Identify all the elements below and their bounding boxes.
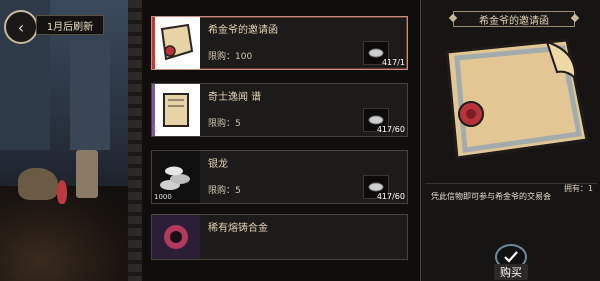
detail-title-text: 希金爷的邀请函 [479, 15, 549, 27]
detail-title: 希金爷的邀请函 [453, 11, 575, 27]
item-qty: 1000 [154, 193, 172, 201]
item-price: 417/60 [376, 125, 405, 134]
refresh-label: 1月后刷新 [46, 21, 94, 33]
item-name: 希金爷的邀请函 [208, 25, 278, 36]
item-qty: 1 [154, 59, 159, 67]
shop-item-card[interactable]: 1 希金爷的邀请函 限购：100 417/1 [151, 16, 408, 70]
dog-figure [18, 168, 58, 200]
hedge [0, 186, 135, 281]
shop-item-card[interactable]: 1 奇士逸闻 谱 限购：5 417/60 [151, 83, 408, 137]
item-thumbnail: 1 [152, 84, 200, 136]
item-qty: 1 [154, 126, 159, 134]
stone-lantern [76, 150, 98, 198]
shop-item-list[interactable]: 1 希金爷的邀请函 限购：100 417/1 1 奇士逸闻 谱 限购：5 417 [142, 0, 418, 281]
panel-divider [128, 0, 143, 281]
checkmark-icon [504, 251, 518, 263]
item-thumbnail: 1 [152, 17, 200, 69]
item-limit: 限购：100 [208, 52, 253, 62]
flame-figure [57, 180, 67, 204]
item-price: 417/60 [376, 192, 405, 201]
alloy-icon [164, 225, 188, 249]
back-button[interactable]: ‹ [4, 10, 38, 44]
item-name: 奇士逸闻 谱 [208, 92, 262, 103]
item-price: 417/1 [381, 58, 405, 67]
back-arrow-icon: ‹ [17, 17, 25, 37]
rarity-edge [152, 84, 200, 136]
buy-label: 购买 [494, 264, 528, 280]
rarity-edge [152, 17, 200, 69]
shop-item-card[interactable]: 稀有熔铸合金 [151, 214, 408, 260]
building-right [70, 40, 110, 150]
item-detail-panel: 希金爷的邀请函 拥有：1 凭此信物即可参与希金爷的交易会 购买 [420, 0, 600, 281]
item-description: 凭此信物即可参与希金爷的交易会 [431, 192, 551, 201]
item-limit: 限购：5 [208, 186, 241, 196]
item-thumbnail [152, 215, 200, 259]
divider [425, 183, 597, 184]
item-name: 稀有熔铸合金 [208, 223, 268, 234]
item-limit: 限购：5 [208, 119, 241, 129]
item-name: 银龙 [208, 159, 228, 170]
refresh-timer: 1月后刷新 [36, 15, 104, 35]
buy-button[interactable]: 购买 [485, 244, 537, 280]
owned-count: 拥有：1 [563, 184, 593, 193]
shop-item-card[interactable]: 1000 银龙 限购：5 417/60 [151, 150, 408, 204]
scroll-icon [445, 38, 589, 160]
item-thumbnail: 1000 [152, 151, 200, 203]
